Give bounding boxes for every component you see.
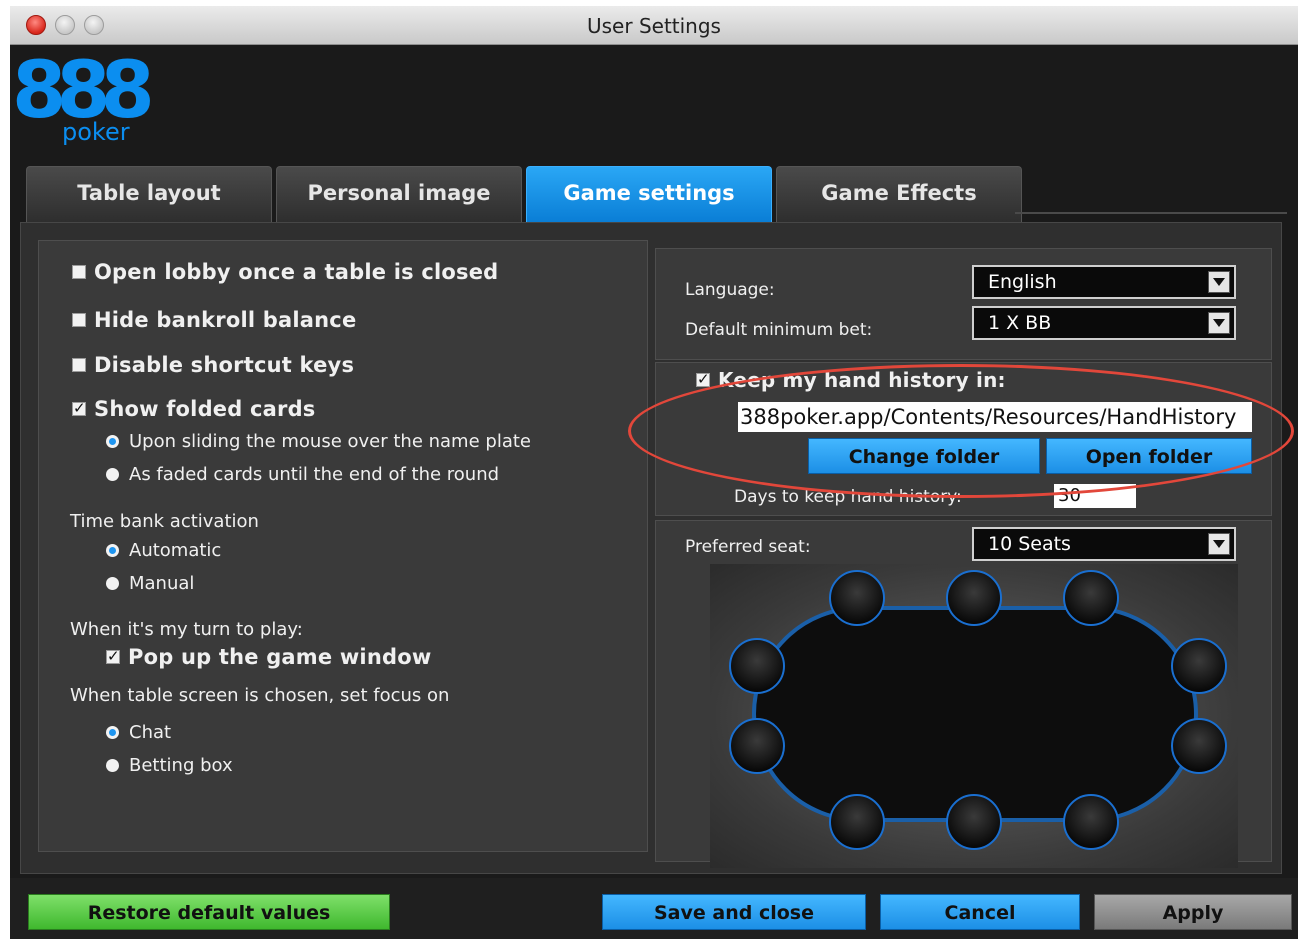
- seat-button[interactable]: [1063, 570, 1119, 626]
- cancel-button[interactable]: Cancel: [880, 894, 1080, 930]
- seat-button[interactable]: [1063, 794, 1119, 850]
- my-turn-label: When it's my turn to play:: [70, 619, 303, 640]
- 888poker-logo: 888 poker: [12, 52, 155, 152]
- preferred-seat-label: Preferred seat:: [685, 537, 811, 557]
- focus-label: When table screen is chosen, set focus o…: [70, 685, 450, 706]
- folded-faded-radio[interactable]: [106, 468, 119, 481]
- seat-button[interactable]: [829, 794, 885, 850]
- timebank-automatic-radio[interactable]: [106, 544, 119, 557]
- seats-value: 10 Seats: [988, 533, 1071, 555]
- poker-table-diagram: [729, 570, 1227, 850]
- popup-label: Pop up the game window: [128, 645, 432, 669]
- seat-button[interactable]: [1171, 638, 1227, 694]
- chevron-down-icon: [1208, 533, 1230, 555]
- seat-picker: [710, 564, 1238, 868]
- min-bet-label: Default minimum bet:: [685, 320, 873, 340]
- hide-bankroll-checkbox[interactable]: [72, 313, 86, 327]
- chevron-down-icon: [1208, 312, 1230, 334]
- save-and-close-button[interactable]: Save and close: [602, 894, 866, 930]
- timebank-manual-label: Manual: [129, 573, 195, 594]
- seat-button[interactable]: [1171, 718, 1227, 774]
- disable-shortcuts-checkbox[interactable]: [72, 358, 86, 372]
- poker-table: [752, 606, 1198, 822]
- folded-option-mouse[interactable]: Upon sliding the mouse over the name pla…: [106, 431, 531, 452]
- timebank-label: Time bank activation: [70, 511, 259, 532]
- logo-subtitle: poker: [62, 118, 130, 146]
- open-lobby-checkbox[interactable]: [72, 265, 86, 279]
- seat-button[interactable]: [946, 570, 1002, 626]
- folded-mouse-label: Upon sliding the mouse over the name pla…: [129, 431, 531, 452]
- disable-shortcuts-label: Disable shortcut keys: [94, 353, 355, 377]
- timebank-automatic-label: Automatic: [129, 540, 222, 561]
- apply-button[interactable]: Apply: [1094, 894, 1292, 930]
- min-bet-select[interactable]: 1 X BB: [972, 306, 1236, 340]
- seat-button[interactable]: [829, 570, 885, 626]
- folded-mouse-radio[interactable]: [106, 435, 119, 448]
- timebank-manual-option[interactable]: Manual: [106, 573, 194, 594]
- timebank-automatic-option[interactable]: Automatic: [106, 540, 221, 561]
- seat-button[interactable]: [729, 718, 785, 774]
- title-bar: User Settings: [10, 6, 1298, 45]
- language-value: English: [988, 271, 1057, 293]
- focus-chat-radio[interactable]: [106, 726, 119, 739]
- seat-button[interactable]: [729, 638, 785, 694]
- tab-game-settings[interactable]: Game settings: [526, 166, 772, 222]
- chevron-down-icon: [1208, 271, 1230, 293]
- disable-shortcuts-option[interactable]: Disable shortcut keys: [72, 353, 354, 377]
- show-folded-label: Show folded cards: [94, 397, 316, 421]
- min-bet-value: 1 X BB: [988, 312, 1052, 334]
- highlight-ellipse: [628, 364, 1294, 498]
- folded-option-faded[interactable]: As faded cards until the end of the roun…: [106, 464, 499, 485]
- focus-chat-label: Chat: [129, 722, 172, 743]
- seat-button[interactable]: [946, 794, 1002, 850]
- language-select[interactable]: English: [972, 265, 1236, 299]
- popup-option[interactable]: Pop up the game window: [106, 645, 431, 669]
- focus-betting-label: Betting box: [129, 755, 233, 776]
- show-folded-checkbox[interactable]: [72, 399, 86, 417]
- restore-defaults-button[interactable]: Restore default values: [28, 894, 390, 930]
- folded-faded-label: As faded cards until the end of the roun…: [129, 464, 500, 485]
- window-title: User Settings: [587, 14, 721, 38]
- keep-history-checkbox[interactable]: [696, 370, 710, 388]
- tab-strip-divider: [1015, 212, 1287, 214]
- focus-betting-option[interactable]: Betting box: [106, 755, 233, 776]
- tab-game-effects[interactable]: Game Effects: [776, 166, 1022, 222]
- open-lobby-option[interactable]: Open lobby once a table is closed: [72, 260, 498, 284]
- open-lobby-label: Open lobby once a table is closed: [94, 260, 499, 284]
- popup-checkbox[interactable]: [106, 647, 120, 665]
- tab-personal-image[interactable]: Personal image: [276, 166, 522, 222]
- seats-select[interactable]: 10 Seats: [972, 527, 1236, 561]
- hide-bankroll-label: Hide bankroll balance: [94, 308, 357, 332]
- tab-table-layout[interactable]: Table layout: [26, 166, 272, 222]
- focus-chat-option[interactable]: Chat: [106, 722, 171, 743]
- timebank-manual-radio[interactable]: [106, 577, 119, 590]
- focus-betting-radio[interactable]: [106, 759, 119, 772]
- show-folded-option[interactable]: Show folded cards: [72, 397, 316, 421]
- hide-bankroll-option[interactable]: Hide bankroll balance: [72, 308, 356, 332]
- language-label: Language:: [685, 280, 775, 300]
